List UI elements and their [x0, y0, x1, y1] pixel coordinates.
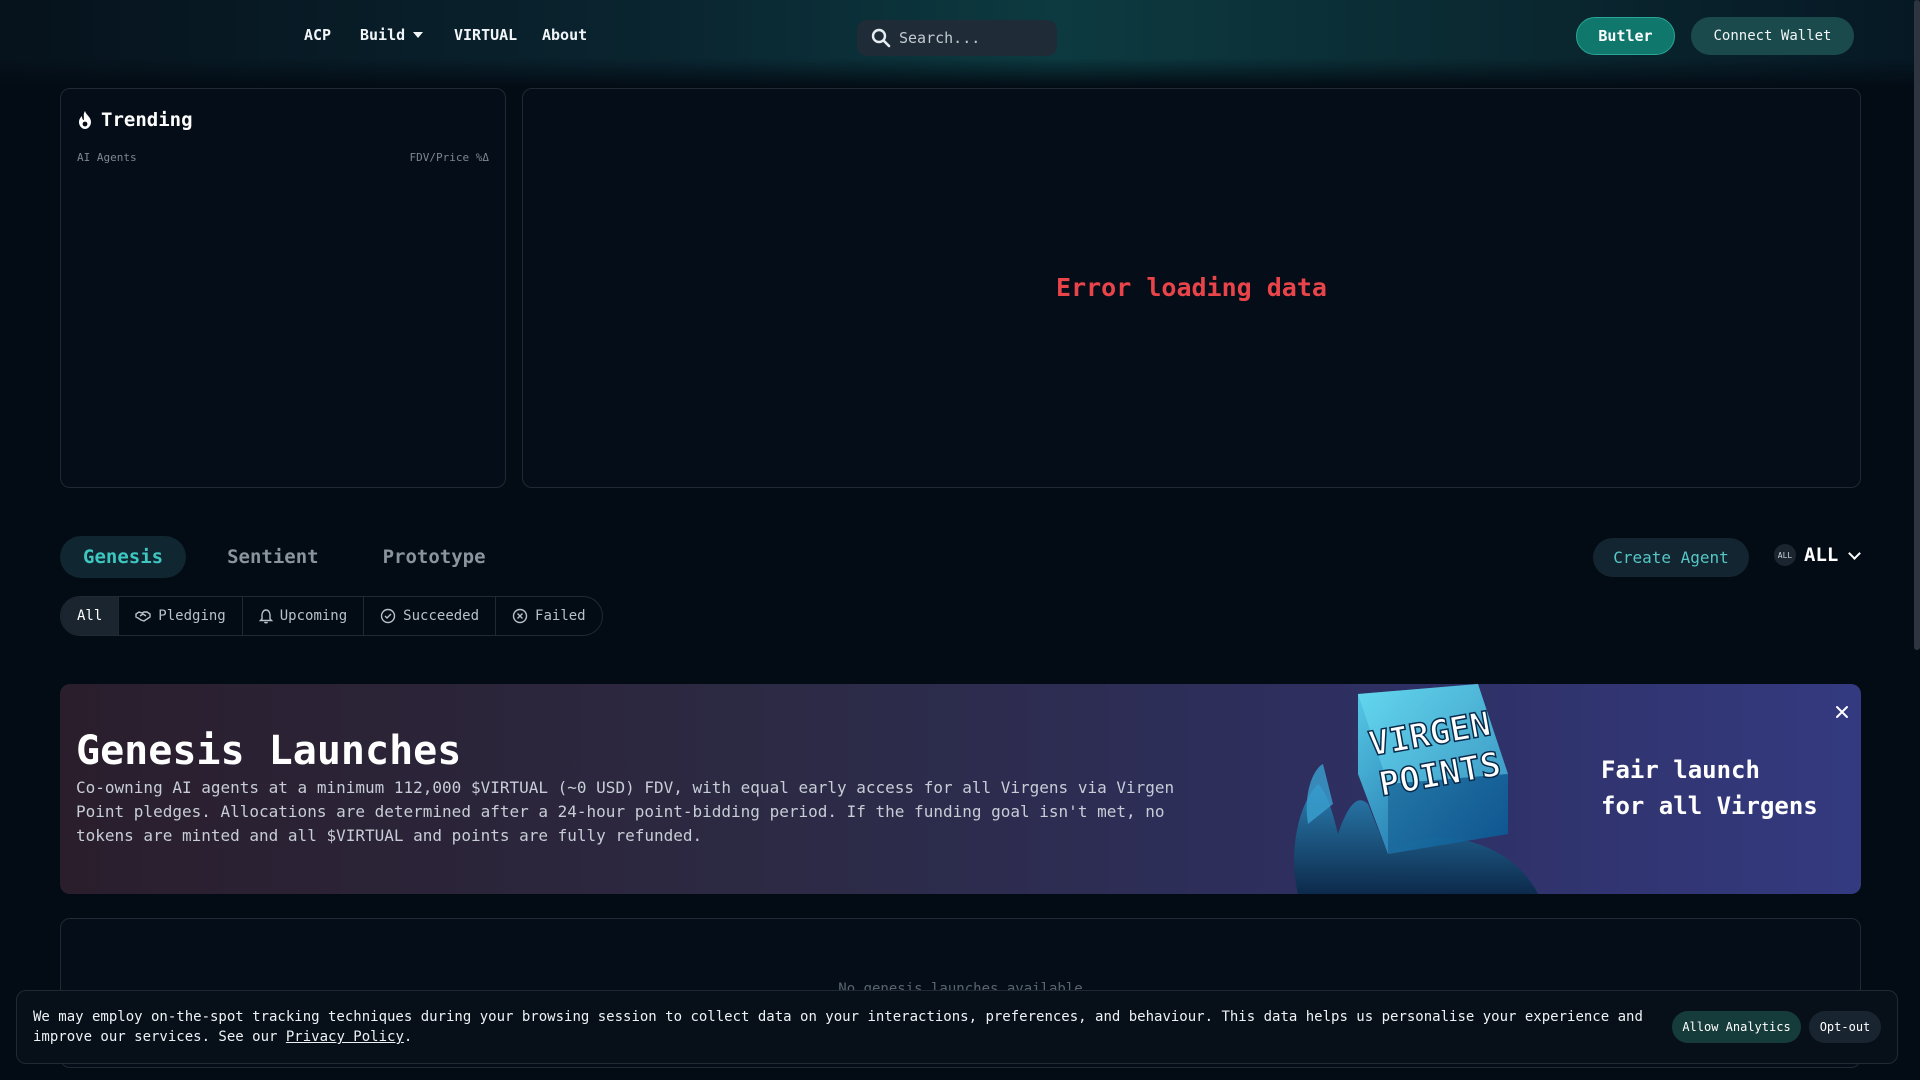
trending-title: Trending [77, 109, 193, 131]
genesis-banner: Genesis Launches Co-owning AI agents at … [60, 684, 1861, 894]
filter-pledging[interactable]: Pledging [119, 597, 243, 635]
close-icon[interactable] [1832, 702, 1852, 722]
chain-badge: ALL [1774, 544, 1796, 566]
search-input[interactable] [899, 29, 1049, 47]
filter-succeeded[interactable]: Succeeded [364, 597, 497, 635]
nav-link-label: Build [360, 26, 406, 44]
nav-link-virtual[interactable]: VIRTUAL [454, 26, 517, 44]
nav-link-label: VIRTUAL [454, 26, 518, 44]
tab-genesis[interactable]: Genesis [60, 536, 187, 578]
handshake-icon [135, 611, 151, 622]
privacy-policy-link[interactable]: Privacy Policy [286, 1029, 404, 1045]
filter-failed[interactable]: Failed [496, 597, 602, 635]
trending-column-headers: AI Agents FDV/Price %Δ [77, 151, 489, 164]
filter-label: Failed [535, 608, 586, 624]
trending-title-label: Trending [101, 109, 193, 131]
filter-label: Pledging [158, 608, 226, 624]
error-message: Error loading data [1056, 273, 1327, 302]
connect-wallet-button[interactable]: Connect Wallet [1691, 17, 1854, 55]
banner-description: Co-owning AI agents at a minimum 112,000… [76, 778, 1175, 845]
search-icon [871, 28, 891, 48]
banner-tagline: Fair launch for all Virgens [1601, 752, 1818, 824]
cookie-message: We may employ on-the-spot tracking techn… [33, 1009, 1643, 1045]
filter-label: All [77, 608, 103, 624]
flame-icon [79, 111, 91, 129]
caret-down-icon [413, 32, 424, 38]
nav-link-build[interactable]: Build [360, 26, 424, 44]
tab-sentient[interactable]: Sentient [204, 536, 342, 578]
search-box[interactable] [857, 20, 1057, 56]
chart-panel: Error loading data [522, 88, 1861, 488]
agent-tabs: Genesis Sentient Prototype [60, 536, 527, 578]
check-circle-icon [380, 608, 396, 624]
page-scrollbar[interactable] [1914, 0, 1920, 650]
banner-title: Genesis Launches [76, 728, 462, 774]
col-ai-agents: AI Agents [77, 151, 137, 164]
opt-out-button[interactable]: Opt-out [1809, 1011, 1881, 1043]
tagline-line-1: Fair launch [1601, 756, 1760, 784]
allow-analytics-button[interactable]: Allow Analytics [1672, 1011, 1801, 1043]
chain-label: ALL [1804, 544, 1839, 566]
filter-upcoming[interactable]: Upcoming [243, 597, 365, 635]
nav-link-label: About [542, 26, 588, 44]
bell-icon [258, 609, 273, 624]
chevron-down-icon [1848, 546, 1862, 560]
tab-prototype[interactable]: Prototype [360, 536, 509, 578]
cookie-banner: We may employ on-the-spot tracking techn… [16, 990, 1898, 1064]
nav-link-label: ACP [304, 26, 332, 44]
chain-selector[interactable]: ALL ALL [1774, 544, 1862, 566]
cookie-period: . [403, 1029, 413, 1045]
tagline-line-2: for all Virgens [1601, 792, 1818, 820]
filter-label: Succeeded [403, 608, 480, 624]
virgen-points-illustration: VIRGEN POINTS [1294, 684, 1538, 894]
create-agent-button[interactable]: Create Agent [1593, 538, 1749, 577]
cookie-text: We may employ on-the-spot tracking techn… [33, 1007, 1653, 1047]
filter-label: Upcoming [279, 608, 348, 624]
top-nav: ACP Build VIRTUAL About Butler Connect W… [0, 0, 1920, 72]
nav-link-acp[interactable]: ACP [304, 26, 331, 44]
status-filters: All Pledging Upcoming Succeeded Failed [60, 596, 603, 636]
nav-link-about[interactable]: About [542, 26, 587, 44]
x-circle-icon [512, 608, 528, 624]
trending-panel: Trending AI Agents FDV/Price %Δ [60, 88, 506, 488]
butler-button[interactable]: Butler [1576, 17, 1675, 55]
filter-all[interactable]: All [61, 597, 120, 635]
col-fdv-price: FDV/Price %Δ [409, 151, 489, 164]
